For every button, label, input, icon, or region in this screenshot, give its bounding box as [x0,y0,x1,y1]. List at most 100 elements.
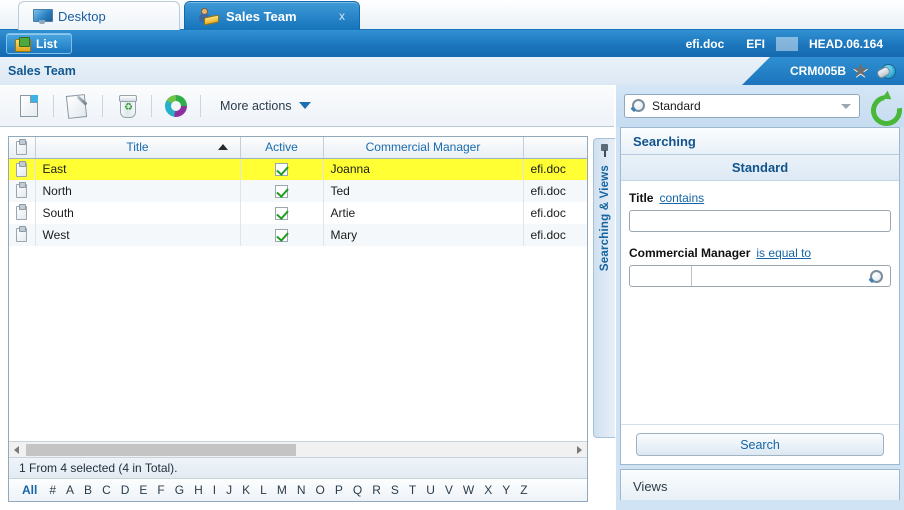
alpha-k[interactable]: K [237,483,255,497]
edit-document-icon [67,95,89,117]
cell-active [240,202,324,224]
page-title: Sales Team [8,64,76,78]
row-icon-cell [9,224,36,246]
alpha-x[interactable]: X [479,483,497,497]
lookup-search-icon[interactable] [869,270,883,284]
table-row[interactable]: South Artie efi.doc [9,202,587,224]
clipboard-icon [16,182,28,199]
cell-active [240,158,324,180]
cell-title: South [35,202,241,224]
title-field-label-row: Title contains [629,191,891,205]
manager-code-input[interactable] [630,266,692,286]
alpha-u[interactable]: U [421,483,440,497]
session-org[interactable]: EFI [735,37,776,51]
refresh-button[interactable] [157,91,195,121]
divider [775,36,798,51]
alpha-o[interactable]: O [311,483,330,497]
more-actions-button[interactable]: More actions [220,99,311,113]
alpha-s[interactable]: S [386,483,404,497]
title-search-input[interactable] [629,210,891,232]
alpha-c[interactable]: C [97,483,116,497]
table-row[interactable]: West Mary efi.doc [9,224,587,246]
manager-field-operator[interactable]: is equal to [756,246,811,260]
column-header-title[interactable]: Title [35,137,241,159]
folder-icon [15,36,31,52]
delete-button[interactable]: ♻ [108,91,146,121]
divider [102,94,103,117]
tab-close-icon[interactable]: x [329,9,345,23]
alpha-b[interactable]: B [79,483,97,497]
cell-active [240,180,324,202]
grid-empty-area [9,246,587,441]
alpha-all[interactable]: All [17,483,44,497]
checkbox-checked-icon[interactable] [275,207,288,221]
search-button[interactable]: Search [636,433,884,456]
new-document-button[interactable] [10,91,48,121]
searching-panel: Standard Searching Standard Title contai… [616,85,904,510]
alpha-q[interactable]: Q [348,483,367,497]
alpha-e[interactable]: E [134,483,152,497]
column-header-active[interactable]: Active [240,137,324,159]
alpha-j[interactable]: J [221,483,237,497]
checkbox-checked-icon[interactable] [275,229,288,243]
alpha-y[interactable]: Y [497,483,515,497]
column-header-doc[interactable] [523,137,587,159]
scroll-thumb[interactable] [26,443,296,456]
alpha-z[interactable]: Z [515,483,532,497]
star-icon[interactable]: ★ [853,62,870,79]
alpha-m[interactable]: M [272,483,292,497]
table-row[interactable]: East Joanna efi.doc [9,158,587,180]
column-header-commercial-manager[interactable]: Commercial Manager [323,137,524,159]
title-field-operator[interactable]: contains [659,191,704,205]
horizontal-scrollbar[interactable] [9,441,587,457]
alpha-a[interactable]: A [61,483,79,497]
session-version: HEAD.06.164 [808,36,883,51]
breadcrumb-background [0,57,770,85]
search-fields: Title contains Commercial Manager is equ… [621,181,899,424]
column-cm-label: Commercial Manager [365,140,481,155]
breadcrumb-actions: CRM005B ★ [790,57,896,85]
records-table: Title Active Commercial Manager East Joa… [9,137,587,246]
cell-manager: Joanna [323,158,524,180]
alpha-g[interactable]: G [170,483,189,497]
cell-doc: efi.doc [523,158,587,180]
scroll-track[interactable] [24,442,572,458]
alpha-w[interactable]: W [458,483,479,497]
alpha-v[interactable]: V [440,483,458,497]
alpha-f[interactable]: F [152,483,169,497]
session-user[interactable]: efi.doc [675,37,736,51]
alpha-d[interactable]: D [116,483,135,497]
divider [200,94,201,117]
alpha-h[interactable]: H [189,483,208,497]
checkbox-checked-icon[interactable] [275,163,288,177]
refresh-green-icon[interactable] [868,92,896,120]
chevron-down-icon [841,104,851,109]
tab-strip: Desktop Sales Team x [0,0,904,30]
checkbox-checked-icon[interactable] [275,185,288,199]
table-row[interactable]: North Ted efi.doc [9,180,587,202]
alpha-t[interactable]: T [404,483,421,497]
alpha-r[interactable]: R [367,483,386,497]
alpha-hash[interactable]: # [44,483,61,497]
scroll-left-icon[interactable] [9,442,24,457]
tab-sales-team[interactable]: Sales Team x [184,1,360,30]
column-header-icon[interactable] [9,137,36,159]
alpha-p[interactable]: P [330,483,348,497]
scroll-right-icon[interactable] [572,442,587,457]
manager-lookup-field[interactable] [629,265,891,287]
views-section[interactable]: Views [620,469,900,503]
column-title-label: Title [126,140,149,155]
list-button[interactable]: List [6,33,73,54]
globe-icon[interactable] [877,63,896,80]
manager-name-input[interactable] [692,266,890,286]
pin-icon[interactable] [599,144,610,157]
alpha-l[interactable]: L [255,483,272,497]
clipboard-icon [16,204,28,221]
manager-field-label-row: Commercial Manager is equal to [629,246,891,260]
searching-views-tab[interactable]: Searching & Views [593,138,615,438]
edit-document-button[interactable] [59,91,97,121]
search-mode-select[interactable]: Standard [624,94,860,118]
tab-desktop[interactable]: Desktop [18,1,180,30]
alpha-i[interactable]: I [208,483,221,497]
alpha-n[interactable]: N [292,483,311,497]
